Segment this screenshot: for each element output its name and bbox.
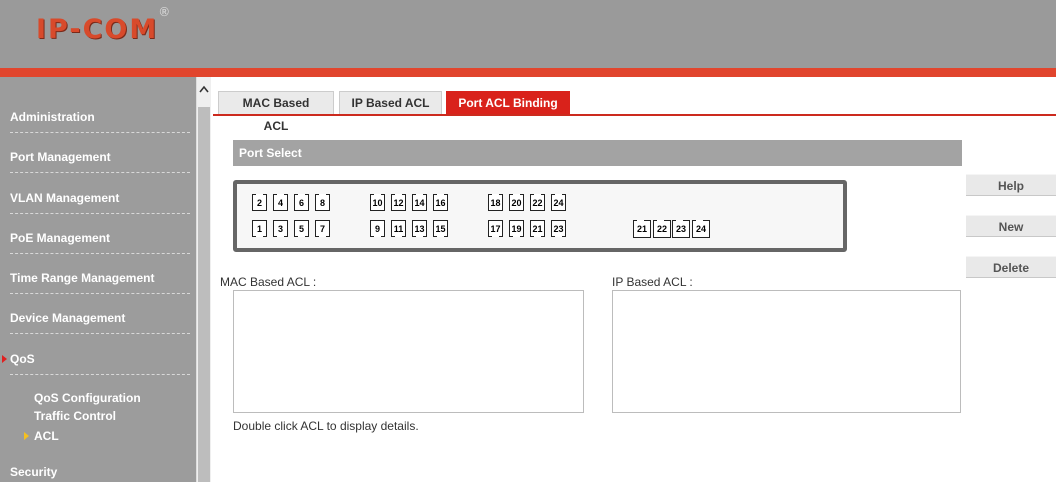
sidebar-scrollbar[interactable] [196, 77, 211, 482]
new-button[interactable]: New [966, 215, 1056, 237]
port-3[interactable]: 3 [273, 220, 288, 237]
ip-com-logo: IP-COM® [36, 5, 171, 45]
port-1[interactable]: 1 [252, 220, 267, 237]
sidebar-item-label: Device Management [10, 311, 126, 325]
sidebar-item-label: PoE Management [10, 231, 111, 245]
sidebar-item-administration[interactable]: Administration [10, 93, 190, 133]
sidebar-item-vlan-management[interactable]: VLAN Management [10, 174, 190, 214]
sidebar-subitem-traffic-control[interactable]: Traffic Control [34, 409, 116, 423]
sidebar-item-label: VLAN Management [10, 191, 120, 205]
scrollbar-thumb[interactable] [198, 107, 210, 482]
tab-underline [213, 114, 1056, 116]
help-button[interactable]: Help [966, 174, 1056, 196]
port-10[interactable]: 10 [370, 194, 385, 211]
port-15[interactable]: 15 [433, 220, 448, 237]
ip-acl-list[interactable] [612, 290, 961, 413]
sidebar: Administration Port Management VLAN Mana… [0, 77, 197, 482]
expanded-arrow-icon [2, 355, 7, 363]
mac-acl-label: MAC Based ACL : [220, 275, 317, 289]
port-17[interactable]: 17 [488, 220, 503, 237]
port-11[interactable]: 11 [391, 220, 406, 237]
sidebar-item-poe-management[interactable]: PoE Management [10, 214, 190, 254]
port-18[interactable]: 18 [488, 194, 503, 211]
port-panel: 2 4 6 8 10 12 14 16 18 20 22 24 1 3 5 7 9 11 13 15 17 19 21 23 2… [233, 180, 847, 252]
port-23[interactable]: 23 [551, 220, 566, 237]
port-24[interactable]: 24 [551, 194, 566, 211]
port-12[interactable]: 12 [391, 194, 406, 211]
sidebar-item-label: Port Management [10, 150, 111, 164]
port-select-title: Port Select [233, 140, 962, 166]
header-accent-bar [0, 68, 1056, 77]
sfp-port-21[interactable]: 21 [633, 220, 651, 238]
hint-text: Double click ACL to display details. [233, 419, 419, 433]
sidebar-subitem-acl[interactable]: ACL [24, 429, 59, 443]
delete-button[interactable]: Delete [966, 256, 1056, 278]
tab-mac-based-acl[interactable]: MAC Based ACL [218, 91, 334, 133]
sidebar-item-device-management[interactable]: Device Management [10, 294, 190, 334]
sfp-port-23[interactable]: 23 [672, 220, 690, 238]
header-bar: IP-COM® [0, 0, 1056, 71]
port-22[interactable]: 22 [530, 194, 545, 211]
port-5[interactable]: 5 [294, 220, 309, 237]
port-9[interactable]: 9 [370, 220, 385, 237]
sidebar-subitem-qos-configuration[interactable]: QoS Configuration [34, 391, 141, 405]
port-20[interactable]: 20 [509, 194, 524, 211]
port-8[interactable]: 8 [315, 194, 330, 211]
sidebar-item-label: Administration [10, 110, 95, 124]
port-7[interactable]: 7 [315, 220, 330, 237]
ip-acl-label: IP Based ACL : [612, 275, 693, 289]
scroll-up-icon[interactable] [197, 85, 211, 99]
sfp-port-22[interactable]: 22 [653, 220, 671, 238]
sidebar-item-security[interactable]: Security [10, 465, 57, 479]
sidebar-item-label: ACL [34, 429, 59, 443]
port-6[interactable]: 6 [294, 194, 309, 211]
selected-arrow-icon [24, 432, 29, 440]
port-13[interactable]: 13 [412, 220, 427, 237]
sidebar-item-time-range-management[interactable]: Time Range Management [10, 254, 190, 294]
tab-port-acl-binding[interactable]: Port ACL Binding [446, 91, 570, 114]
sfp-port-24[interactable]: 24 [692, 220, 710, 238]
sidebar-item-label: QoS [10, 352, 35, 366]
sidebar-item-qos[interactable]: QoS [2, 335, 190, 375]
port-4[interactable]: 4 [273, 194, 288, 211]
sidebar-item-port-management[interactable]: Port Management [10, 133, 190, 173]
tab-ip-based-acl[interactable]: IP Based ACL [339, 91, 442, 114]
port-2[interactable]: 2 [252, 194, 267, 211]
sidebar-item-label: Time Range Management [10, 271, 155, 285]
port-14[interactable]: 14 [412, 194, 427, 211]
port-16[interactable]: 16 [433, 194, 448, 211]
port-21[interactable]: 21 [530, 220, 545, 237]
port-19[interactable]: 19 [509, 220, 524, 237]
mac-acl-list[interactable] [233, 290, 584, 413]
